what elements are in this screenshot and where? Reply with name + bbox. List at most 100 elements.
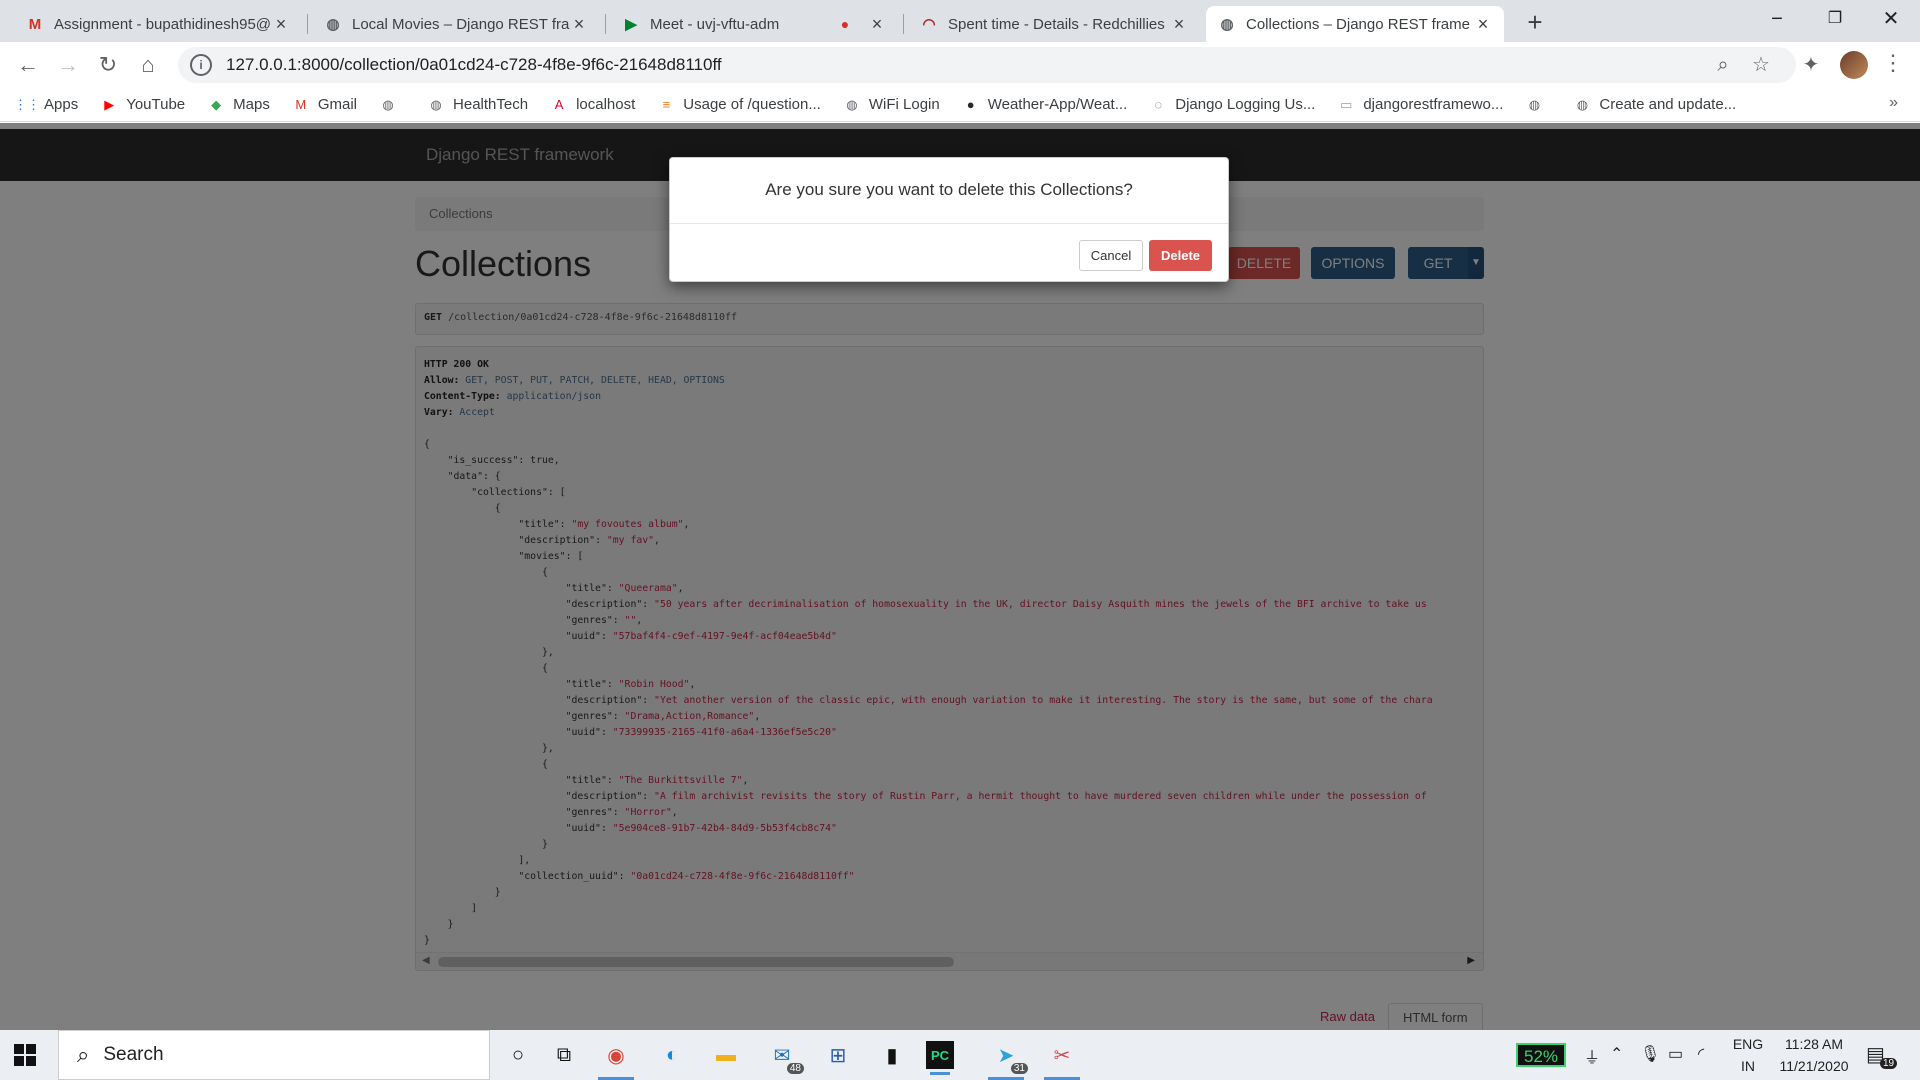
windows-taskbar: ⌕ Search ○ ⧉ ◉ ◐ ▬ ✉ 48 ⊞ ▮ PC ➤ 31 ✂ 52% ⏚ ⌃ 🎙 ▭ ◜ …	[0, 1030, 1920, 1080]
github-icon: ●	[966, 97, 975, 112]
gmail-icon: M	[295, 97, 307, 112]
windows-start-icon[interactable]	[14, 1044, 36, 1066]
minimize-icon[interactable]: −	[1748, 0, 1806, 40]
app-badge: 48	[786, 1063, 804, 1074]
profile-avatar[interactable]	[1840, 51, 1868, 79]
bookmark-label: HealthTech	[453, 96, 529, 113]
bookmark-label: Gmail	[317, 96, 358, 113]
url-text[interactable]: 127.0.0.1:8000/collection/0a01cd24-c728-…	[226, 55, 722, 75]
confirm-delete-button[interactable]: Delete	[1149, 240, 1212, 271]
search-icon: ⌕	[77, 1042, 90, 1067]
file-explorer-icon[interactable]: ▬	[704, 1036, 748, 1074]
youtube-icon: ▶	[104, 96, 115, 112]
app-badge: 31	[1010, 1063, 1028, 1074]
apps-grid-icon: ⋮⋮	[14, 96, 40, 112]
bookmark-item[interactable]: M Gmail	[292, 96, 357, 114]
bookmark-item[interactable]: ● Weather-App/Weat...	[962, 96, 1127, 114]
battery-icon[interactable]: ▭	[1668, 1044, 1683, 1064]
browser-tab-3[interactable]: ◠ Spent time - Details - Redchillies ×	[908, 6, 1200, 42]
home-icon[interactable]: ⌂	[132, 49, 164, 81]
more-menu-icon[interactable]: ⋮	[1882, 50, 1904, 76]
browser-tab-2[interactable]: ▶ Meet - uvj-vftu-adm ● ×	[610, 6, 898, 42]
clock-time: 11:28 AM	[1784, 1036, 1844, 1052]
angular-icon: A	[554, 97, 564, 112]
language-code: ENG	[1732, 1036, 1764, 1052]
recording-icon: ●	[840, 16, 850, 32]
window-close-icon[interactable]: ✕	[1862, 0, 1920, 40]
restore-icon[interactable]: ❐	[1806, 0, 1864, 40]
site-info-icon[interactable]: i	[190, 54, 212, 76]
address-bar[interactable]: i 127.0.0.1:8000/collection/0a01cd24-c72…	[178, 47, 1796, 83]
bookmark-item[interactable]: ▶ YouTube	[100, 96, 185, 114]
tab-title: Local Movies – Django REST fram	[352, 15, 570, 33]
bookmark-item[interactable]: Alocalhost	[550, 96, 636, 114]
edge-icon[interactable]: ◐	[650, 1036, 694, 1074]
zoom-icon[interactable]: ⌕	[1708, 50, 1738, 80]
close-icon[interactable]: ×	[868, 14, 886, 35]
cortana-icon[interactable]: ○	[496, 1036, 540, 1074]
tab-title: Assignment - bupathidinesh95@	[54, 15, 272, 33]
redmine-icon: ◠	[922, 16, 936, 33]
bookmark-label: YouTube	[126, 96, 186, 113]
browser-tab-4[interactable]: ◍ Collections – Django REST frame ×	[1206, 6, 1504, 42]
bookmark-item[interactable]: ◍ WiFi Login	[843, 96, 940, 114]
tab-title: Meet - uvj-vftu-adm	[650, 15, 780, 33]
terminal-icon[interactable]: ▮	[870, 1036, 914, 1074]
clock-date: 11/21/2020	[1779, 1058, 1849, 1074]
network-app-icon[interactable]: ⊞	[816, 1036, 860, 1074]
browser-tab-0[interactable]: M Assignment - bupathidinesh95@ ×	[14, 6, 302, 42]
bookmark-item[interactable]: ◍ HealthTech	[427, 96, 528, 114]
pycharm-icon[interactable]: PC	[926, 1041, 954, 1075]
telegram-icon[interactable]: ➤ 31	[984, 1036, 1028, 1080]
bookmark-item[interactable]: ◍ Create and update...	[1573, 96, 1736, 114]
more-bookmarks-icon[interactable]: »	[1889, 94, 1898, 112]
reload-icon[interactable]: ↻	[92, 49, 124, 81]
bookmarks-bar: ⋮⋮ Apps ▶ YouTube ◆ Maps M Gmail ◍ ◍ HealthTech Alo…	[0, 88, 1920, 122]
battery-percent[interactable]: 52%	[1516, 1043, 1567, 1067]
close-icon[interactable]: ×	[1474, 14, 1492, 35]
chevron-up-icon[interactable]: ⌃	[1610, 1044, 1623, 1064]
bookmark-item[interactable]: ⋮⋮ Apps	[14, 96, 78, 114]
bookmark-item[interactable]: ◆ Maps	[207, 96, 270, 114]
power-plug-icon[interactable]: ⏚	[1584, 1044, 1600, 1068]
region-code: IN	[1741, 1058, 1755, 1074]
close-icon[interactable]: ×	[1170, 14, 1188, 35]
gmail-icon: M	[28, 15, 42, 33]
wifi-icon[interactable]: ◜	[1698, 1044, 1704, 1064]
bookmark-item[interactable]: ▭ djangorestframewo...	[1337, 96, 1503, 114]
microphone-icon[interactable]: 🎙	[1640, 1044, 1660, 1064]
bookmark-star-icon[interactable]: ☆	[1746, 50, 1776, 80]
tab-title: Collections – Django REST frame	[1246, 15, 1470, 33]
bookmark-item[interactable]: ≡ Usage of /question...	[657, 96, 820, 114]
close-icon[interactable]: ×	[570, 14, 588, 35]
bookmark-item[interactable]: ◍	[1525, 96, 1551, 114]
delete-confirm-modal: Are you sure you want to delete this Col…	[669, 157, 1229, 282]
browser-tab-1[interactable]: ◍ Local Movies – Django REST fram ×	[312, 6, 600, 42]
close-icon[interactable]: ×	[272, 14, 290, 35]
page-content: Django REST framework Collections Collec…	[0, 123, 1920, 1030]
bookmark-label: localhost	[576, 96, 636, 113]
clock[interactable]: 11:28 AM 11/21/2020	[1770, 1033, 1858, 1077]
back-icon[interactable]: ←	[12, 49, 44, 81]
snipping-tool-icon[interactable]: ✂	[1040, 1036, 1084, 1080]
browser-tab-strip: M Assignment - bupathidinesh95@ × ◍ Loca…	[0, 0, 1920, 42]
bookmark-label: Django Logging Us...	[1175, 96, 1316, 113]
extensions-icon[interactable]: ✦	[1796, 50, 1826, 80]
new-tab-button[interactable]: +	[1520, 8, 1550, 38]
bookmark-item[interactable]: ◍	[379, 96, 405, 114]
notification-badge: 19	[1880, 1058, 1898, 1069]
maps-icon: ◆	[211, 96, 222, 112]
globe-icon: ◍	[382, 96, 394, 112]
task-view-icon[interactable]: ⧉	[542, 1036, 586, 1074]
mail-icon[interactable]: ✉ 48	[760, 1036, 804, 1074]
cancel-button[interactable]: Cancel	[1079, 240, 1143, 271]
language-indicator[interactable]: ENG IN	[1728, 1033, 1768, 1077]
bookmark-label: djangorestframewo...	[1363, 96, 1504, 113]
bookmark-item[interactable]: ◌ Django Logging Us...	[1149, 96, 1315, 114]
forward-icon[interactable]: →	[52, 49, 84, 81]
browser-toolbar: ← → ↻ ⌂ i 127.0.0.1:8000/collection/0a01…	[0, 42, 1920, 88]
globe-icon: ◍	[1576, 96, 1589, 112]
chrome-icon[interactable]: ◉	[594, 1036, 638, 1080]
taskbar-search-input[interactable]: ⌕ Search	[58, 1030, 490, 1080]
lightbulb-icon: ◌	[1154, 97, 1163, 112]
